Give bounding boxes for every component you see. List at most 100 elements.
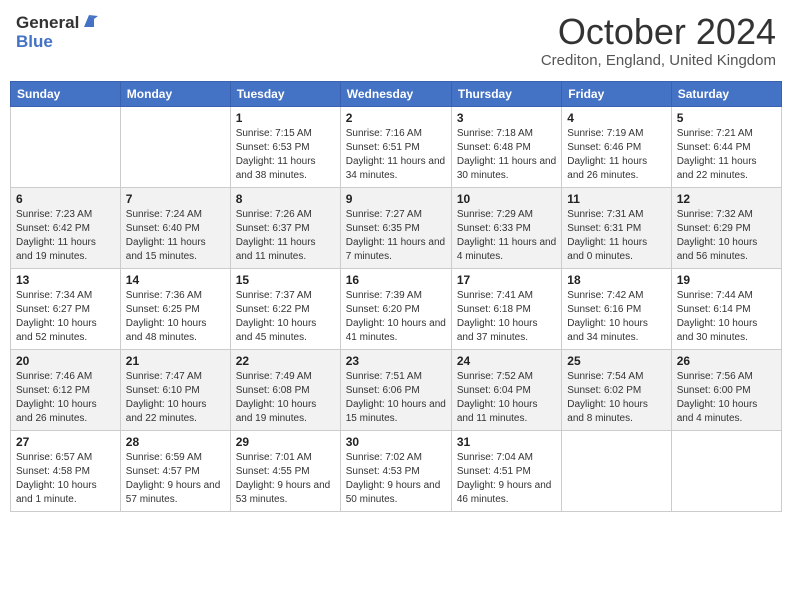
calendar-cell: 14 Sunrise: 7:36 AM Sunset: 6:25 PM Dayli… [120, 269, 230, 350]
calendar-cell: 13 Sunrise: 7:34 AM Sunset: 6:27 PM Dayli… [11, 269, 121, 350]
day-number: 30 [346, 435, 446, 449]
day-info: Sunrise: 7:36 AM Sunset: 6:25 PM Dayligh… [126, 289, 225, 345]
calendar-cell [562, 431, 671, 512]
day-info: Sunrise: 6:59 AM Sunset: 4:57 PM Dayligh… [126, 451, 225, 507]
calendar-cell: 16 Sunrise: 7:39 AM Sunset: 6:20 PM Dayli… [340, 269, 451, 350]
day-number: 4 [567, 111, 665, 125]
day-info: Sunrise: 6:57 AM Sunset: 4:58 PM Dayligh… [16, 451, 115, 507]
calendar-cell: 28 Sunrise: 6:59 AM Sunset: 4:57 PM Dayli… [120, 431, 230, 512]
calendar-cell: 19 Sunrise: 7:44 AM Sunset: 6:14 PM Dayli… [671, 269, 781, 350]
day-info: Sunrise: 7:04 AM Sunset: 4:51 PM Dayligh… [457, 451, 556, 507]
calendar-cell: 11 Sunrise: 7:31 AM Sunset: 6:31 PM Dayli… [562, 188, 671, 269]
day-number: 21 [126, 354, 225, 368]
day-number: 25 [567, 354, 665, 368]
day-number: 11 [567, 192, 665, 206]
day-number: 29 [236, 435, 335, 449]
day-header-tuesday: Tuesday [230, 82, 340, 107]
day-number: 16 [346, 273, 446, 287]
calendar-cell: 18 Sunrise: 7:42 AM Sunset: 6:16 PM Dayli… [562, 269, 671, 350]
calendar-cell: 8Sunrise: 7:26 AM Sunset: 6:37 PM Daylig… [230, 188, 340, 269]
day-number: 31 [457, 435, 556, 449]
day-info: Sunrise: 7:41 AM Sunset: 6:18 PM Dayligh… [457, 289, 556, 345]
day-info: Sunrise: 7:23 AM Sunset: 6:42 PM Dayligh… [16, 208, 115, 264]
day-number: 1 [236, 111, 335, 125]
calendar-cell: 3 Sunrise: 7:18 AM Sunset: 6:48 PM Daylig… [451, 107, 561, 188]
calendar-cell: 6 Sunrise: 7:23 AM Sunset: 6:42 PM Daylig… [11, 188, 121, 269]
day-info: Sunrise: 7:34 AM Sunset: 6:27 PM Dayligh… [16, 289, 115, 345]
title-block: October 2024 Crediton, England, United K… [541, 14, 776, 69]
week-row-3: 13 Sunrise: 7:34 AM Sunset: 6:27 PM Dayli… [11, 269, 782, 350]
week-row-5: 27Sunrise: 6:57 AM Sunset: 4:58 PM Dayli… [11, 431, 782, 512]
day-number: 26 [677, 354, 776, 368]
day-info: Sunrise: 7:44 AM Sunset: 6:14 PM Dayligh… [677, 289, 776, 345]
logo: General Blue [16, 14, 98, 51]
day-number: 17 [457, 273, 556, 287]
calendar-cell: 2 Sunrise: 7:16 AM Sunset: 6:51 PM Daylig… [340, 107, 451, 188]
day-number: 24 [457, 354, 556, 368]
day-number: 28 [126, 435, 225, 449]
calendar-cell: 22Sunrise: 7:49 AM Sunset: 6:08 PM Dayli… [230, 350, 340, 431]
day-info: Sunrise: 7:18 AM Sunset: 6:48 PM Dayligh… [457, 127, 556, 183]
day-info: Sunrise: 7:31 AM Sunset: 6:31 PM Dayligh… [567, 208, 665, 264]
day-number: 18 [567, 273, 665, 287]
day-info: Sunrise: 7:02 AM Sunset: 4:53 PM Dayligh… [346, 451, 446, 507]
day-number: 3 [457, 111, 556, 125]
month-title: October 2024 [541, 14, 776, 50]
day-info: Sunrise: 7:16 AM Sunset: 6:51 PM Dayligh… [346, 127, 446, 183]
day-number: 9 [346, 192, 446, 206]
day-info: Sunrise: 7:42 AM Sunset: 6:16 PM Dayligh… [567, 289, 665, 345]
calendar-cell: 29 Sunrise: 7:01 AM Sunset: 4:55 PM Dayli… [230, 431, 340, 512]
calendar-cell [120, 107, 230, 188]
day-header-friday: Friday [562, 82, 671, 107]
week-row-4: 20Sunrise: 7:46 AM Sunset: 6:12 PM Dayli… [11, 350, 782, 431]
day-info: Sunrise: 7:01 AM Sunset: 4:55 PM Dayligh… [236, 451, 335, 507]
day-info: Sunrise: 7:37 AM Sunset: 6:22 PM Dayligh… [236, 289, 335, 345]
calendar-header-row: SundayMondayTuesdayWednesdayThursdayFrid… [11, 82, 782, 107]
day-number: 8 [236, 192, 335, 206]
header: General Blue October 2024 Crediton, Engl… [10, 10, 782, 73]
day-number: 19 [677, 273, 776, 287]
calendar-cell [11, 107, 121, 188]
calendar-cell: 25Sunrise: 7:54 AM Sunset: 6:02 PM Dayli… [562, 350, 671, 431]
week-row-2: 6 Sunrise: 7:23 AM Sunset: 6:42 PM Daylig… [11, 188, 782, 269]
calendar-cell: 15 Sunrise: 7:37 AM Sunset: 6:22 PM Dayli… [230, 269, 340, 350]
calendar-cell: 9Sunrise: 7:27 AM Sunset: 6:35 PM Daylig… [340, 188, 451, 269]
day-info: Sunrise: 7:46 AM Sunset: 6:12 PM Dayligh… [16, 370, 115, 426]
calendar-cell: 24Sunrise: 7:52 AM Sunset: 6:04 PM Dayli… [451, 350, 561, 431]
calendar: SundayMondayTuesdayWednesdayThursdayFrid… [10, 81, 782, 512]
calendar-cell: 21Sunrise: 7:47 AM Sunset: 6:10 PM Dayli… [120, 350, 230, 431]
calendar-cell: 23Sunrise: 7:51 AM Sunset: 6:06 PM Dayli… [340, 350, 451, 431]
day-number: 2 [346, 111, 446, 125]
day-number: 6 [16, 192, 115, 206]
calendar-cell: 5 Sunrise: 7:21 AM Sunset: 6:44 PM Daylig… [671, 107, 781, 188]
logo-blue-text: Blue [16, 33, 53, 52]
calendar-cell [671, 431, 781, 512]
day-number: 15 [236, 273, 335, 287]
day-info: Sunrise: 7:19 AM Sunset: 6:46 PM Dayligh… [567, 127, 665, 183]
day-header-thursday: Thursday [451, 82, 561, 107]
calendar-cell: 12Sunrise: 7:32 AM Sunset: 6:29 PM Dayli… [671, 188, 781, 269]
calendar-cell: 10Sunrise: 7:29 AM Sunset: 6:33 PM Dayli… [451, 188, 561, 269]
day-header-wednesday: Wednesday [340, 82, 451, 107]
day-info: Sunrise: 7:39 AM Sunset: 6:20 PM Dayligh… [346, 289, 446, 345]
day-number: 7 [126, 192, 225, 206]
calendar-cell: 31 Sunrise: 7:04 AM Sunset: 4:51 PM Dayli… [451, 431, 561, 512]
calendar-cell: 26 Sunrise: 7:56 AM Sunset: 6:00 PM Dayli… [671, 350, 781, 431]
day-header-saturday: Saturday [671, 82, 781, 107]
day-info: Sunrise: 7:56 AM Sunset: 6:00 PM Dayligh… [677, 370, 776, 426]
calendar-cell: 4 Sunrise: 7:19 AM Sunset: 6:46 PM Daylig… [562, 107, 671, 188]
logo-icon [80, 13, 98, 31]
day-number: 10 [457, 192, 556, 206]
week-row-1: 1Sunrise: 7:15 AM Sunset: 6:53 PM Daylig… [11, 107, 782, 188]
day-info: Sunrise: 7:21 AM Sunset: 6:44 PM Dayligh… [677, 127, 776, 183]
calendar-cell: 20Sunrise: 7:46 AM Sunset: 6:12 PM Dayli… [11, 350, 121, 431]
day-header-monday: Monday [120, 82, 230, 107]
day-number: 14 [126, 273, 225, 287]
day-info: Sunrise: 7:32 AM Sunset: 6:29 PM Dayligh… [677, 208, 776, 264]
day-info: Sunrise: 7:49 AM Sunset: 6:08 PM Dayligh… [236, 370, 335, 426]
day-info: Sunrise: 7:24 AM Sunset: 6:40 PM Dayligh… [126, 208, 225, 264]
day-number: 13 [16, 273, 115, 287]
logo-general-text: General [16, 14, 79, 33]
day-header-sunday: Sunday [11, 82, 121, 107]
day-number: 5 [677, 111, 776, 125]
